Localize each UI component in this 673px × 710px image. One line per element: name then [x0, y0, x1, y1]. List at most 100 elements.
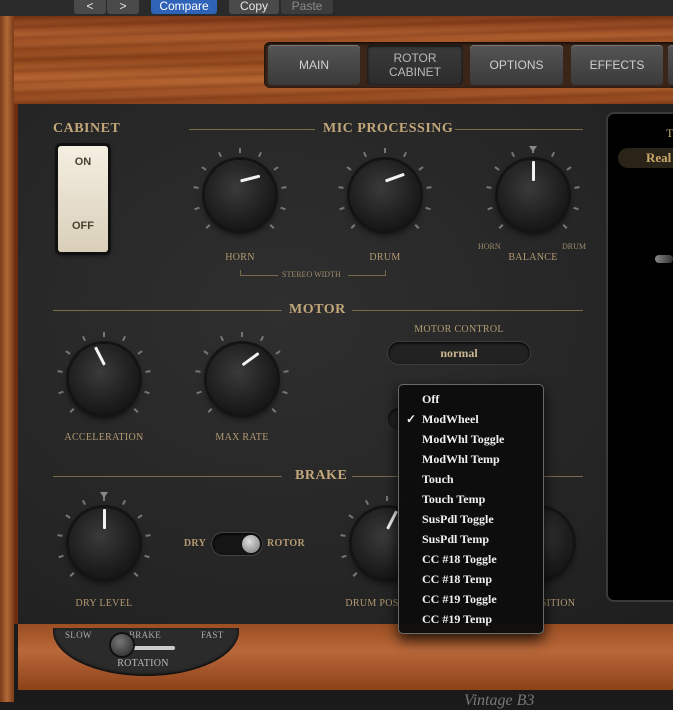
menu-item[interactable]: CC #18 Toggle [399, 549, 543, 569]
knob-pointer [385, 510, 398, 530]
cable-icon [655, 255, 673, 263]
menu-item[interactable]: ✓ ModWheel [399, 409, 543, 429]
tab-more[interactable] [668, 45, 673, 85]
acceleration-label: ACCELERATION [64, 432, 144, 443]
right-display [608, 114, 673, 600]
brake-title: BRAKE [295, 468, 348, 483]
knob-tick [239, 147, 241, 153]
menu-item-label: Touch [422, 472, 454, 486]
right-t-label: T [666, 126, 673, 140]
menu-item[interactable]: CC #19 Temp [399, 609, 543, 629]
menu-item[interactable]: Off [399, 389, 543, 409]
motor-control-source-menu: Off ✓ ModWheel ModWhl Toggle ModWhl Temp Touc… [398, 384, 544, 634]
menu-item[interactable]: SusPdl Toggle [399, 509, 543, 529]
dry-label: DRY [183, 538, 207, 549]
paste-button[interactable]: Paste [281, 0, 333, 14]
menu-item-label: ModWhl Toggle [422, 432, 505, 446]
tab-main[interactable]: MAIN [268, 45, 360, 85]
max-rate-label: MAX RATE [215, 432, 269, 443]
menu-item-label: SusPdl Temp [422, 532, 490, 546]
divider [348, 275, 386, 276]
rotation-label: ROTATION [117, 658, 169, 669]
real-select[interactable]: Real [618, 148, 673, 168]
knob-pointer [93, 346, 106, 366]
knob-tick [384, 147, 386, 153]
menu-item[interactable]: Touch Temp [399, 489, 543, 509]
max-rate-knob[interactable] [194, 331, 290, 414]
divider [542, 476, 583, 477]
cabinet-title: CABINET [53, 121, 121, 136]
menu-item-label: CC #19 Temp [422, 612, 493, 626]
balance-horn-label: HORN [478, 242, 501, 251]
rotation-track [131, 646, 175, 650]
divider [455, 129, 583, 130]
horn-knob[interactable] [192, 147, 288, 230]
menu-item[interactable]: CC #19 Toggle [399, 589, 543, 609]
balance-label: BALANCE [508, 252, 558, 263]
dry-rotor-toggle[interactable] [212, 533, 262, 555]
motor-control-select[interactable]: normal [388, 342, 530, 364]
divider [53, 310, 282, 311]
divider [53, 476, 282, 477]
knob-pointer [102, 509, 106, 529]
rotation-brake-label: BRAKE [129, 630, 162, 640]
horn-label: HORN [225, 252, 255, 263]
divider [385, 270, 386, 276]
cabinet-on-label: ON [74, 156, 92, 168]
divider [189, 129, 315, 130]
rotor-label: ROTOR [267, 538, 305, 549]
host-toolbar: < > Compare Copy Paste [0, 0, 673, 16]
menu-item-label: CC #18 Temp [422, 572, 493, 586]
tab-options[interactable]: OPTIONS [470, 45, 563, 85]
knob-tick [103, 331, 105, 337]
menu-item-label: Off [422, 392, 440, 406]
compare-button[interactable]: Compare [151, 0, 217, 14]
menu-item[interactable]: CC #18 Temp [399, 569, 543, 589]
tab-rotor-cabinet-line2: CABINET [388, 65, 441, 79]
menu-item-label: CC #19 Toggle [422, 592, 497, 606]
center-marker-icon [100, 492, 108, 498]
balance-drum-label: DRUM [562, 242, 587, 251]
cabinet-switch[interactable]: ON OFF [58, 146, 108, 252]
rotation-lever[interactable] [111, 634, 133, 656]
menu-item-label: ModWhl Temp [422, 452, 500, 466]
knob-pointer [239, 174, 260, 183]
tab-rotor-cabinet-line1: ROTOR [393, 51, 437, 65]
panel-left-edge [14, 104, 18, 624]
dry-level-knob[interactable] [56, 495, 152, 578]
menu-item-label: SusPdl Toggle [422, 512, 494, 526]
menu-item[interactable]: SusPdl Temp [399, 529, 543, 549]
menu-item[interactable]: ModWhl Temp [399, 449, 543, 469]
menu-item-label: ModWheel [422, 412, 479, 426]
bottom-strip [14, 690, 673, 702]
rotation-slow-label: SLOW [65, 630, 92, 640]
knob-tick [241, 331, 243, 337]
menu-item[interactable]: ModWhl Toggle [399, 429, 543, 449]
rotation-fast-label: FAST [201, 630, 224, 640]
knob-tick [386, 495, 388, 501]
knob-pointer [531, 161, 535, 181]
tab-effects[interactable]: EFFECTS [571, 45, 663, 85]
menu-item-label: CC #18 Toggle [422, 552, 497, 566]
drum-label: DRUM [369, 252, 401, 263]
divider [240, 275, 278, 276]
dry-level-label: DRY LEVEL [75, 598, 133, 609]
cabinet-off-label: OFF [72, 220, 94, 232]
forward-button[interactable]: > [107, 0, 139, 14]
menu-item[interactable]: Touch [399, 469, 543, 489]
divider [352, 310, 583, 311]
mic-processing-title: MIC PROCESSING [323, 121, 454, 136]
motor-title: MOTOR [289, 302, 346, 317]
copy-button[interactable]: Copy [229, 0, 279, 14]
left-wood-strip [0, 16, 14, 702]
tab-rotor-cabinet[interactable]: ROTOR CABINET [367, 45, 463, 85]
balance-knob[interactable] [485, 147, 581, 230]
drum-knob[interactable] [337, 147, 433, 230]
back-button[interactable]: < [74, 0, 106, 14]
motor-control-label: MOTOR CONTROL [414, 324, 504, 335]
knob-pointer [384, 172, 405, 183]
acceleration-knob[interactable] [56, 331, 152, 414]
stereo-width-label: STEREO WIDTH [282, 270, 341, 279]
checkmark-icon: ✓ [406, 412, 417, 426]
knob-pointer [241, 352, 260, 367]
